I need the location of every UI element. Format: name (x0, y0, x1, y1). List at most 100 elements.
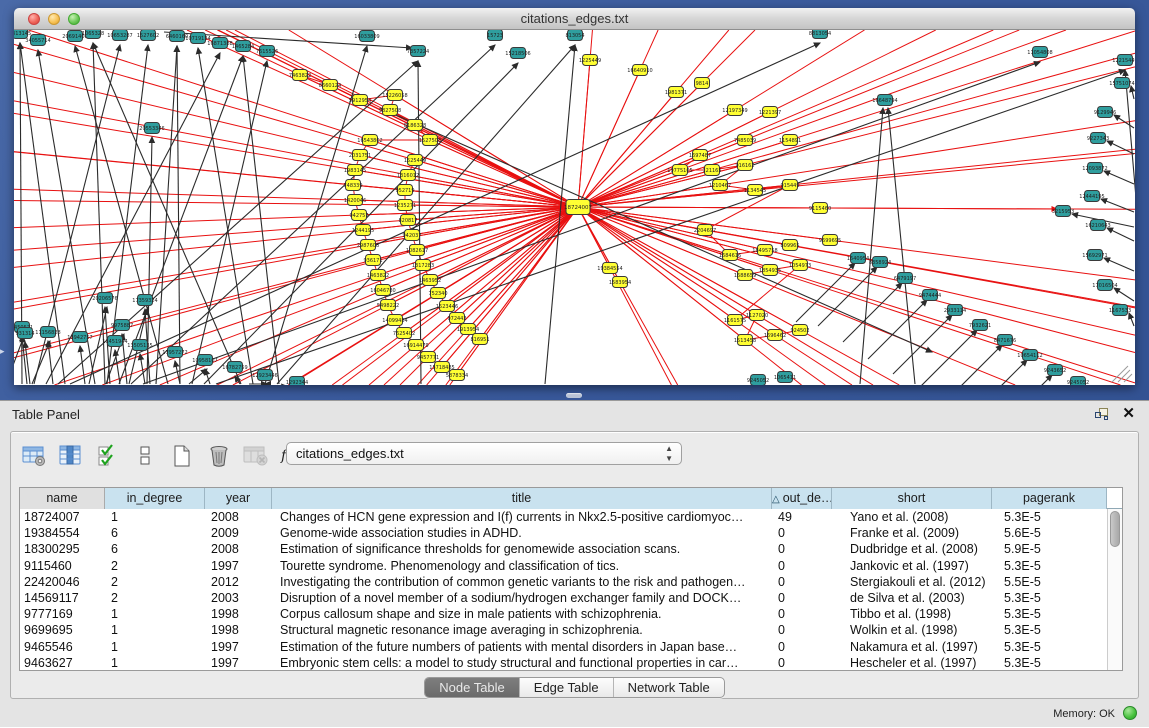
graph-node[interactable]: 942757 (349, 210, 368, 221)
graph-node[interactable]: 1167533 (1109, 305, 1131, 316)
graph-node[interactable]: 9814 (695, 78, 710, 89)
graph-node[interactable]: 18724007 (564, 200, 592, 215)
graph-node[interactable]: 1525449 (404, 155, 426, 166)
graph-node[interactable]: 5878334 (446, 370, 468, 381)
table-row[interactable]: 946362711997Embryonic stem cells: a mode… (20, 655, 1122, 671)
graph-node[interactable]: 1292344 (286, 377, 308, 386)
graph-node[interactable]: 9699695 (819, 235, 841, 246)
graph-node[interactable]: 816951 (470, 334, 489, 345)
graph-node[interactable]: 809965 (780, 240, 799, 251)
table-row[interactable]: 1456911722003Disruption of a novel membe… (20, 590, 1122, 606)
column-header-out_de[interactable]: △out_de… (772, 488, 832, 509)
graph-node[interactable]: 12093872 (1082, 163, 1107, 174)
graph-node[interactable]: 9115460 (809, 203, 831, 214)
graph-node[interactable]: 6479197 (894, 273, 916, 284)
graph-node[interactable]: 17957272 (162, 347, 187, 358)
table-row[interactable]: 1830029562008Estimation of significance … (20, 541, 1122, 557)
graph-node[interactable]: 9245052 (747, 375, 769, 386)
tab-network-table[interactable]: Network Table (614, 678, 724, 697)
delete-rows-icon[interactable] (206, 443, 232, 469)
select-rows-icon[interactable] (95, 443, 121, 469)
graph-node[interactable]: 3215953 (1052, 206, 1074, 217)
graph-node[interactable]: 9474444 (919, 290, 941, 301)
graph-node[interactable]: 2031751 (349, 150, 371, 161)
column-header-pagerank[interactable]: pagerank (992, 488, 1107, 509)
graph-node[interactable]: 1983145 (344, 165, 366, 176)
graph-node[interactable]: 8358924 (869, 257, 891, 268)
table-scrollbar[interactable] (1107, 509, 1122, 670)
table-row[interactable]: 946554611997Estimation of the future num… (20, 639, 1122, 655)
graph-node[interactable]: 16543862 (357, 135, 382, 146)
graph-node[interactable]: 924502 (790, 325, 809, 336)
graph-node[interactable]: 20553346 (139, 123, 164, 134)
graph-node[interactable]: 15692971 (1082, 250, 1107, 261)
graph-node[interactable]: 813054 (565, 30, 584, 41)
graph-node[interactable]: 7463822 (289, 70, 311, 81)
graph-node[interactable]: 942037 (402, 230, 421, 241)
graph-node[interactable]: 748339 (343, 180, 362, 191)
close-panel-icon[interactable]: ✕ (1122, 405, 1135, 423)
graph-node[interactable]: 19384554 (597, 263, 622, 274)
graph-node[interactable]: 1684616 (719, 250, 741, 261)
graph-node[interactable]: 972443 (447, 313, 466, 324)
graph-node[interactable]: 1696462 (764, 330, 786, 341)
graph-node[interactable]: 10654112 (1017, 350, 1042, 361)
graph-node[interactable]: 5498222 (377, 300, 399, 311)
graph-node[interactable]: 121165 (702, 165, 721, 176)
graph-node[interactable]: 9129946 (1094, 107, 1116, 118)
graph-node[interactable]: 15723 (487, 30, 503, 41)
graph-node[interactable]: 1527602 (137, 30, 159, 41)
tab-node-table[interactable]: Node Table (425, 678, 520, 697)
graph-node[interactable]: 1465284 (232, 41, 254, 52)
memory-status-icon[interactable] (1123, 706, 1137, 720)
row-height-icon[interactable] (132, 443, 158, 469)
citation-network-graph[interactable]: 9313145340557142069140610653281065328715… (14, 30, 1135, 385)
graph-node[interactable]: 8186328 (404, 120, 426, 131)
graph-node[interactable]: 1420046 (344, 195, 366, 206)
graph-node[interactable]: 2204697 (694, 225, 716, 236)
graph-node[interactable]: 12444195 (1079, 191, 1104, 202)
graph-node[interactable]: 752340 (428, 288, 447, 299)
graph-node[interactable]: 8471676 (994, 335, 1016, 346)
float-panel-icon[interactable] (1095, 408, 1109, 421)
graph-node[interactable]: 14099484 (382, 315, 407, 326)
graph-node[interactable]: 16648794 (872, 95, 897, 106)
graph-node[interactable]: 9975887 (111, 320, 133, 331)
graph-node[interactable]: 12215449 (1112, 55, 1135, 66)
table-settings-icon[interactable] (21, 443, 47, 469)
column-header-in_degree[interactable]: in_degree (105, 488, 205, 509)
graph-node[interactable]: 1065411 (774, 372, 796, 383)
graph-node[interactable]: 9243652 (1044, 365, 1066, 376)
graph-node[interactable]: 10958107 (192, 355, 217, 366)
table-row[interactable]: 911546021997Tourette syndrome. Phenomeno… (20, 558, 1122, 574)
graph-node[interactable]: 1244195 (352, 225, 374, 236)
graph-node[interactable]: 17359324 (132, 295, 157, 306)
graph-node[interactable]: 17016504 (1092, 280, 1117, 291)
graph-node[interactable]: 15226058 (382, 90, 407, 101)
graph-node[interactable]: 16033809 (354, 31, 379, 42)
graph-node[interactable]: 11451944 (102, 336, 127, 347)
graph-node[interactable]: 16782759 (222, 362, 247, 373)
graph-node[interactable]: 1235271 (394, 200, 416, 211)
graph-node[interactable]: 15218506 (505, 48, 530, 59)
table-row[interactable]: 969969511998Structural magnetic resonanc… (20, 622, 1122, 638)
column-header-title[interactable]: title (272, 488, 772, 509)
graph-node[interactable]: 9827508 (379, 105, 401, 116)
graph-node[interactable]: 952719 (395, 185, 414, 196)
graph-node[interactable]: 1913954 (457, 324, 479, 335)
graph-node[interactable]: 11156828 (35, 327, 60, 338)
splitter-grip[interactable] (566, 393, 582, 398)
graph-node[interactable]: 12923446 (252, 370, 277, 381)
graph-node[interactable]: 1154891 (779, 135, 801, 146)
graph-node[interactable]: 1054973 (789, 260, 811, 271)
graph-node[interactable]: 936171 (363, 255, 382, 266)
graph-node[interactable]: 13505135 (127, 340, 152, 351)
graph-node[interactable]: 16640910 (627, 65, 652, 76)
table-select-dropdown[interactable]: citations_edges.txt ▲▼ (286, 442, 682, 465)
graph-node[interactable]: 931314 (15, 328, 34, 339)
network-window-titlebar[interactable]: citations_edges.txt (14, 8, 1135, 30)
new-table-icon[interactable] (169, 443, 195, 469)
graph-node[interactable]: 12197349 (722, 105, 747, 116)
graph-node[interactable]: 1316012 (397, 170, 419, 181)
table-row[interactable]: 1872400712008Changes of HCN gene express… (20, 509, 1122, 525)
